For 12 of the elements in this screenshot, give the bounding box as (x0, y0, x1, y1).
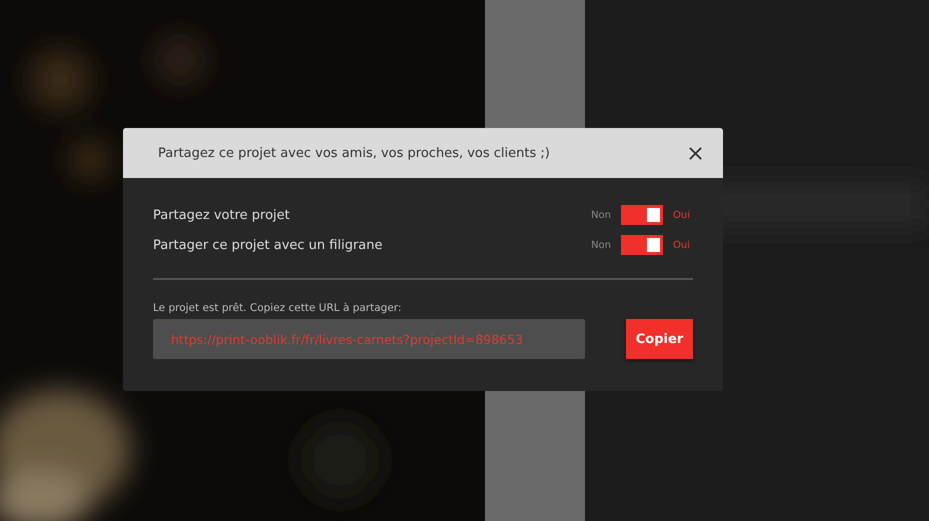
on-label: Oui (673, 240, 691, 250)
close-icon[interactable] (688, 146, 703, 160)
on-label: Oui (673, 210, 691, 220)
dialog-title: Partagez ce projet avec vos amis, vos proches, vos clients ;) (158, 146, 550, 160)
url-label: Le projet est prêt. Copiez cette URL à partager: (153, 302, 402, 314)
off-label: Non (591, 240, 611, 250)
option-label: Partager ce projet avec un filigrane (153, 238, 384, 252)
off-label: Non (591, 210, 611, 220)
copy-button[interactable]: Copier (626, 319, 693, 359)
option-label: Partagez votre projet (153, 208, 291, 222)
toggle-switch[interactable] (621, 235, 663, 255)
toggle-switch[interactable] (621, 205, 663, 225)
